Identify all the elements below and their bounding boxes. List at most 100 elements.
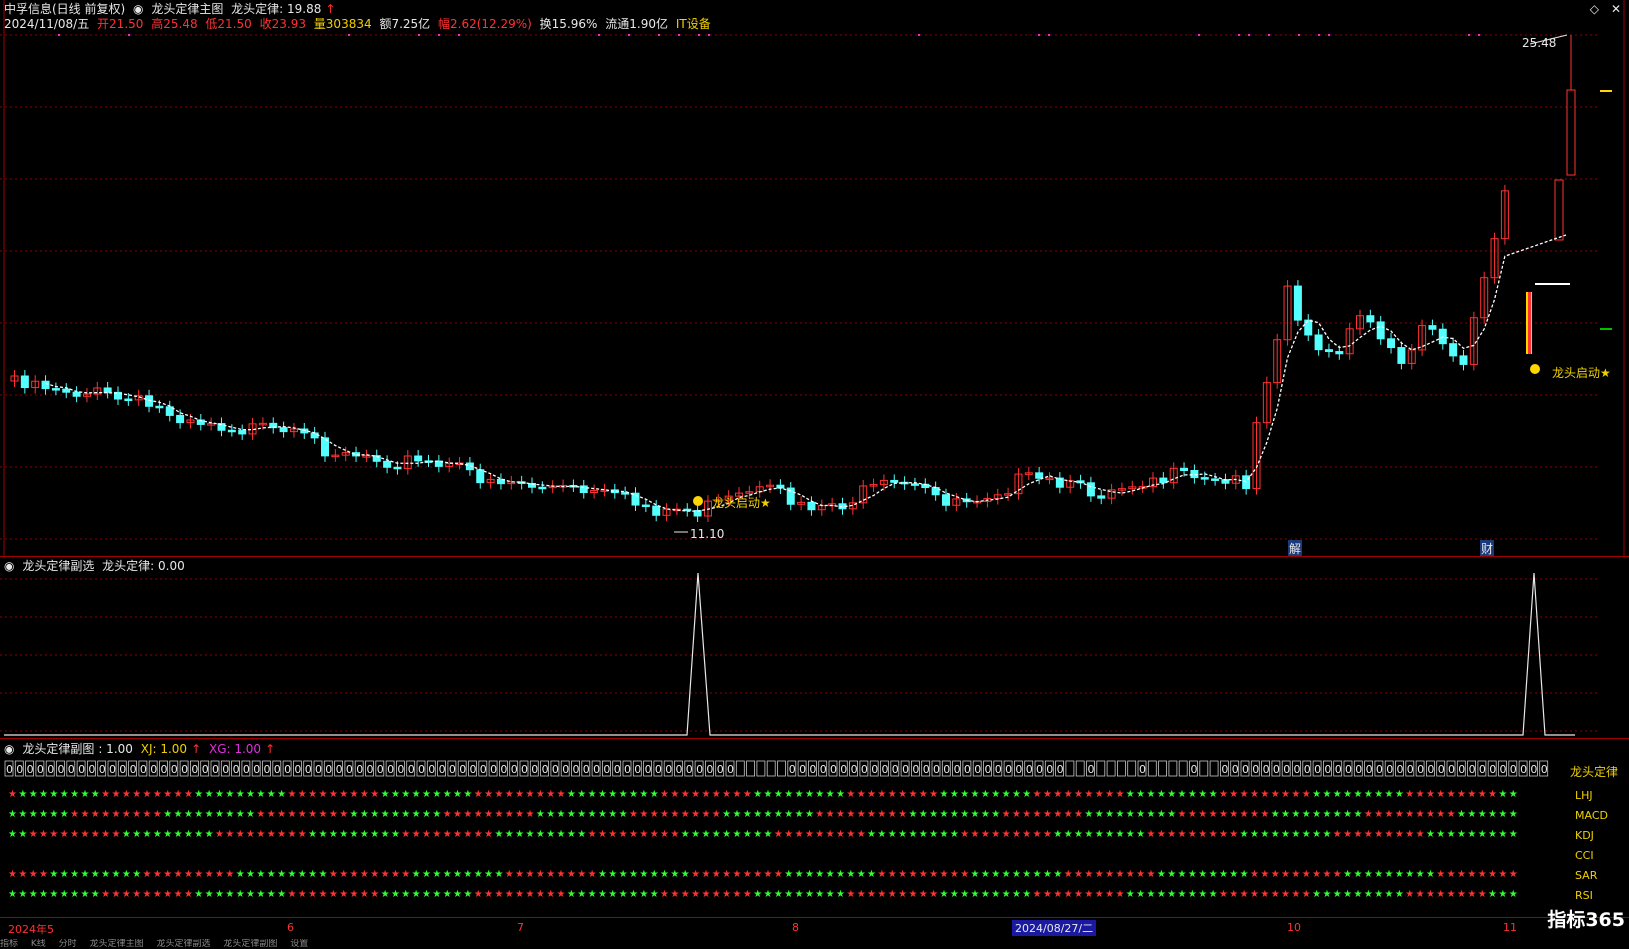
box-value: 0: [861, 763, 868, 776]
box-value: 0: [418, 763, 425, 776]
star-signal: ★: [857, 789, 866, 800]
star-signal: ★: [422, 789, 431, 800]
tab-main[interactable]: 龙头定律主图: [90, 939, 144, 949]
top-signal-dot: [918, 34, 920, 36]
star-signal: ★: [1022, 789, 1031, 800]
box-cell: [1075, 760, 1085, 777]
star-signal: ★: [174, 809, 183, 820]
event-cai-badge[interactable]: 财: [1480, 540, 1495, 557]
star-signal: ★: [443, 869, 452, 880]
star-signal: ★: [774, 789, 783, 800]
star-signal: ★: [60, 789, 69, 800]
star-signal: ★: [598, 789, 607, 800]
box-value: 0: [449, 763, 456, 776]
star-signal: ★: [236, 809, 245, 820]
star-signal: ★: [660, 809, 669, 820]
candle-body: [1097, 495, 1106, 499]
sub2-star-matrix[interactable]: 0000000000000000000000000000000000000000…: [0, 757, 1629, 933]
sub2-dropdown-icon[interactable]: ◉: [4, 742, 14, 756]
candle-body: [1035, 472, 1044, 479]
tab-sub1[interactable]: 龙头定律副选: [156, 939, 210, 949]
star-signal: ★: [350, 869, 359, 880]
star-signal: ★: [608, 809, 617, 820]
star-signal: ★: [650, 809, 659, 820]
star-signal: ★: [557, 809, 566, 820]
tab-timeshare[interactable]: 分时: [59, 939, 77, 949]
star-signal: ★: [1105, 809, 1114, 820]
star-signal: ★: [474, 889, 483, 900]
star-signal: ★: [981, 829, 990, 840]
box-value: 0: [954, 763, 961, 776]
star-signal: ★: [205, 809, 214, 820]
box-value: 0: [1345, 763, 1352, 776]
star-signal: ★: [412, 789, 421, 800]
box-value: 0: [902, 763, 909, 776]
star-signal: ★: [1136, 889, 1145, 900]
star-signal: ★: [267, 889, 276, 900]
star-signal: ★: [877, 829, 886, 840]
star-signal: ★: [432, 789, 441, 800]
star-signal: ★: [1033, 809, 1042, 820]
star-signal: ★: [960, 889, 969, 900]
star-signal: ★: [1426, 869, 1435, 880]
star-signal: ★: [1219, 809, 1228, 820]
star-signal: ★: [1209, 869, 1218, 880]
star-signal: ★: [908, 889, 917, 900]
box-cell: [777, 760, 786, 777]
star-signal: ★: [225, 869, 234, 880]
box-value: 0: [6, 763, 13, 776]
box-value: 0: [1273, 763, 1280, 776]
star-signal: ★: [443, 829, 452, 840]
box-cell: [1065, 760, 1075, 777]
star-signal: ★: [1198, 809, 1207, 820]
star-signal: ★: [1198, 789, 1207, 800]
star-signal: ★: [1374, 809, 1383, 820]
box-cell: [1106, 760, 1116, 777]
star-signal: ★: [1447, 789, 1456, 800]
right-marker: [1600, 328, 1612, 330]
star-signal: ★: [888, 829, 897, 840]
tab-indicator[interactable]: 指标: [0, 939, 18, 949]
star-signal: ★: [764, 889, 773, 900]
event-jie-badge[interactable]: 解: [1288, 540, 1303, 557]
candle-body: [890, 479, 899, 483]
star-signal: ★: [1064, 789, 1073, 800]
tab-sub2[interactable]: 龙头定律副图: [223, 939, 277, 949]
box-value: 0: [1376, 763, 1383, 776]
star-signal: ★: [391, 889, 400, 900]
star-signal: ★: [815, 789, 824, 800]
star-signal: ★: [608, 889, 617, 900]
signal-label-2: 龙头启动★: [1552, 366, 1611, 380]
tab-settings[interactable]: 设置: [290, 939, 308, 949]
star-signal: ★: [546, 809, 555, 820]
star-signal: ★: [1084, 809, 1093, 820]
star-signal: ★: [463, 789, 472, 800]
star-signal: ★: [91, 809, 100, 820]
candle-body: [155, 405, 164, 409]
star-signal: ★: [1012, 889, 1021, 900]
star-signal: ★: [1219, 869, 1228, 880]
candlestick-chart[interactable]: [0, 0, 1629, 556]
box-cell: [1209, 760, 1219, 777]
star-signal: ★: [49, 789, 58, 800]
star-signal: ★: [712, 889, 721, 900]
box-value: 0: [109, 763, 116, 776]
tab-kline[interactable]: K线: [31, 939, 46, 949]
box-value: 0: [593, 763, 600, 776]
candle-body: [1459, 355, 1468, 365]
star-signal: ★: [422, 889, 431, 900]
box-value: 0: [99, 763, 106, 776]
box-value: 0: [789, 763, 796, 776]
star-signal: ★: [60, 889, 69, 900]
box-value: 0: [964, 763, 971, 776]
star-signal: ★: [225, 789, 234, 800]
sub1-indicator-chart[interactable]: [0, 557, 1629, 737]
star-signal: ★: [1416, 829, 1425, 840]
star-signal: ★: [329, 829, 338, 840]
star-signal: ★: [163, 869, 172, 880]
top-signal-dot: [1478, 34, 1480, 36]
star-signal: ★: [898, 829, 907, 840]
box-value: 0: [943, 763, 950, 776]
sub2-title[interactable]: 龙头定律副图: [22, 742, 94, 756]
star-signal: ★: [950, 829, 959, 840]
